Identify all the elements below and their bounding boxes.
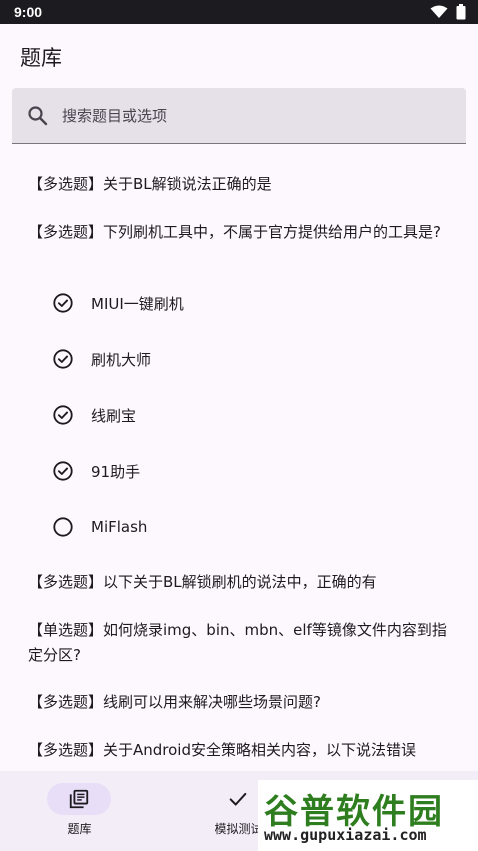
option-row[interactable]: MiFlash xyxy=(52,512,452,542)
status-time: 9:00 xyxy=(14,4,43,20)
check-circle-icon xyxy=(53,405,73,425)
question-list[interactable]: 【多选题】关于BL解锁说法正确的是 【多选题】下列刷机工具中，不属于官方提供给用… xyxy=(0,160,478,772)
search-icon xyxy=(28,106,48,126)
check-circle-icon xyxy=(53,293,73,313)
option-row[interactable]: 91助手 xyxy=(52,456,452,486)
empty-circle-icon xyxy=(53,517,73,537)
option-label: MIUI一键刷机 xyxy=(91,294,184,313)
nav-item-library[interactable]: 题库 xyxy=(0,771,159,851)
question-item[interactable]: 【多选题】关于Android安全策略相关内容，以下说法错误 xyxy=(28,738,468,763)
option-row[interactable]: 线刷宝 xyxy=(52,400,452,430)
page-title: 题库 xyxy=(20,46,62,70)
app-bar: 题库 xyxy=(0,24,478,88)
nav-label: 题库 xyxy=(67,822,92,836)
option-row[interactable]: MIUI一键刷机 xyxy=(52,288,452,318)
option-row[interactable]: 刷机大师 xyxy=(52,344,452,374)
check-icon xyxy=(229,792,247,806)
question-item[interactable]: 【多选题】以下关于BL解锁刷机的说法中，正确的有 xyxy=(28,570,448,595)
watermark: 谷普软件园 www.gupuxiazai.com xyxy=(258,780,478,851)
nav-active-indicator xyxy=(47,783,111,815)
status-icons xyxy=(430,4,466,20)
option-label: 91助手 xyxy=(91,462,141,481)
question-item-expanded[interactable]: 【多选题】下列刷机工具中，不属于官方提供给用户的工具是? xyxy=(28,220,448,245)
question-item[interactable]: 【多选题】线刷可以用来解决哪些场景问题? xyxy=(28,690,448,715)
battery-icon xyxy=(456,4,466,20)
wifi-icon xyxy=(430,5,448,18)
question-item[interactable]: 【单选题】如何烧录img、bin、mbn、elf等镜像文件内容到指定分区? xyxy=(28,618,448,668)
library-icon xyxy=(69,789,89,809)
option-label: 刷机大师 xyxy=(91,350,152,369)
option-label: 线刷宝 xyxy=(91,406,137,425)
status-bar: 9:00 xyxy=(0,0,478,24)
search-bar[interactable] xyxy=(12,88,466,144)
check-circle-icon xyxy=(53,461,73,481)
watermark-url: www.gupuxiazai.com xyxy=(264,826,427,844)
question-item[interactable]: 【多选题】关于BL解锁说法正确的是 xyxy=(28,172,448,197)
option-label: MiFlash xyxy=(91,518,148,536)
search-input[interactable] xyxy=(62,96,452,136)
check-circle-icon xyxy=(53,349,73,369)
